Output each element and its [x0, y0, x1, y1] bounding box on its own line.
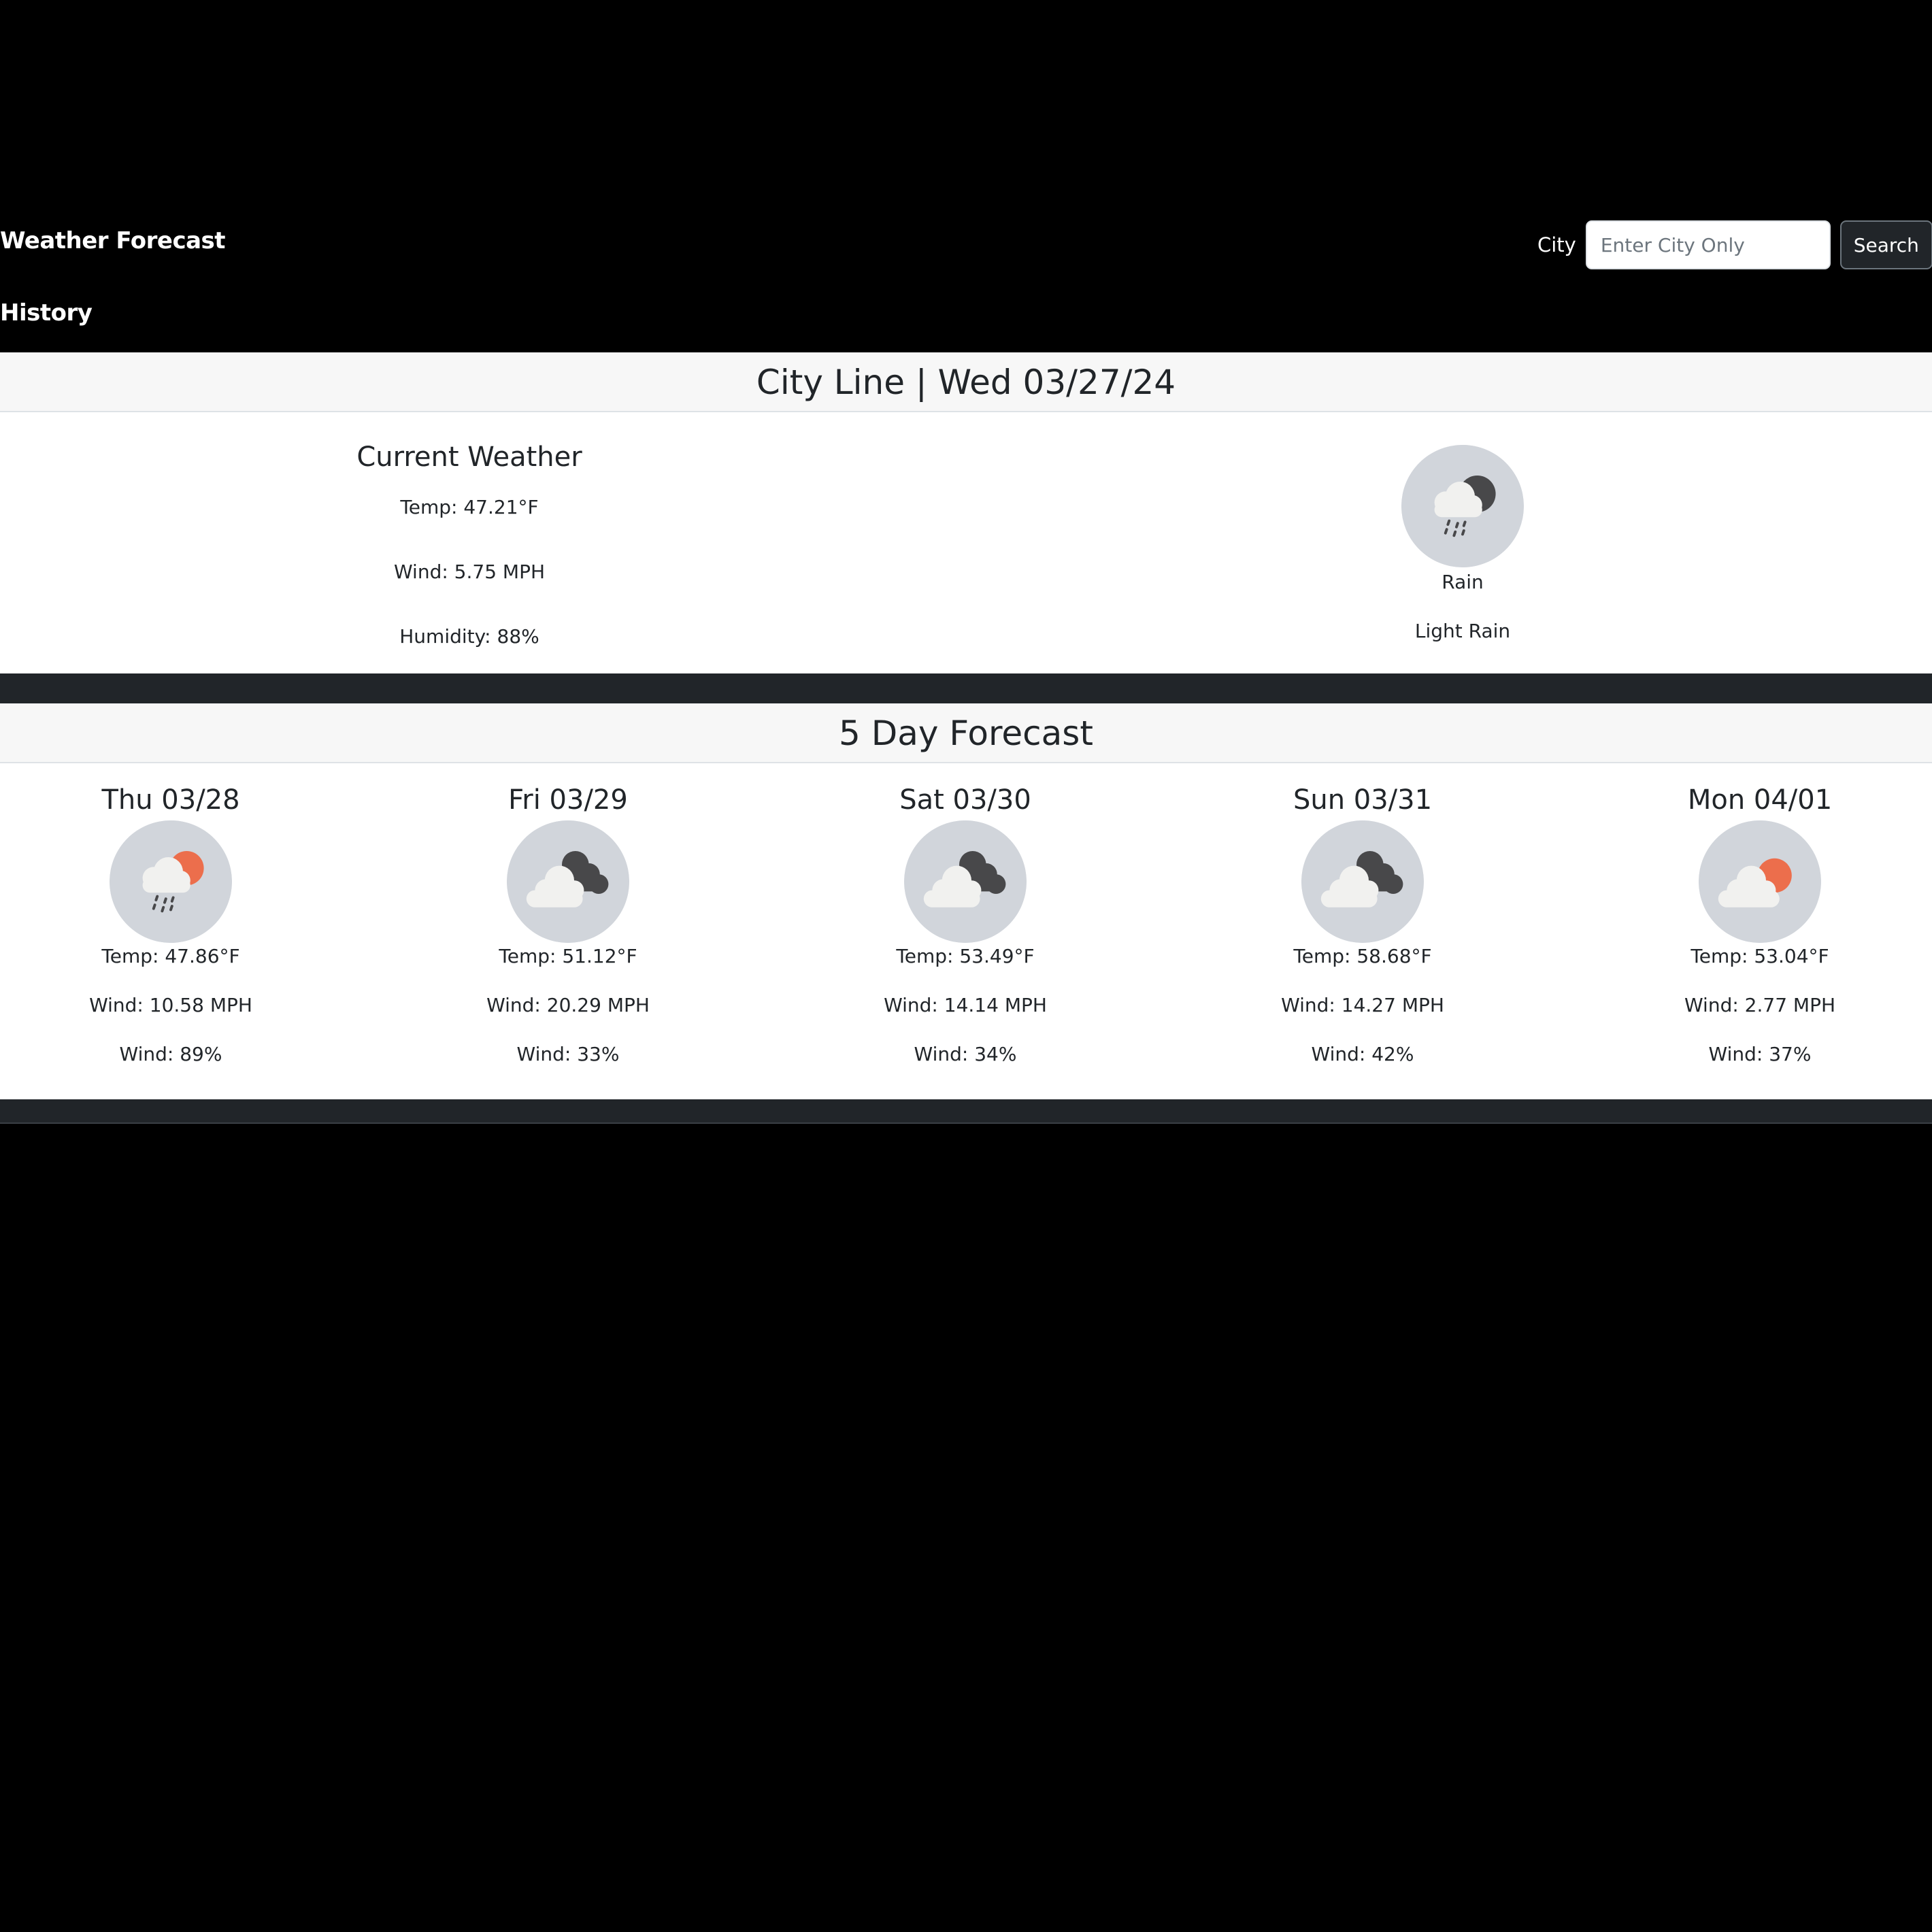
forecast-date: Thu 03/28: [101, 784, 240, 816]
footer-divider: [0, 1099, 1932, 1124]
weather-detail: Light Rain: [1414, 620, 1511, 642]
five-day-forecast-card: 5 Day Forecast Thu 03/28 Temp: 47.86°F W…: [0, 703, 1932, 1099]
forecast-humidity: Wind: 34%: [914, 1043, 1017, 1065]
forecast-date: Fri 03/29: [508, 784, 628, 816]
forecast-grid: Thu 03/28 Temp: 47.86°F Wind: 10.58 MPH …: [0, 763, 1932, 1099]
current-weather-card: City Line | Wed 03/27/24 Current Weather…: [0, 352, 1932, 673]
section-divider: [0, 673, 1932, 703]
forecast-temp: Temp: 53.04°F: [1690, 945, 1829, 967]
forecast-wind: Wind: 14.27 MPH: [1281, 994, 1444, 1016]
broken-clouds-icon: [904, 820, 1027, 943]
search-button[interactable]: Search: [1839, 220, 1932, 269]
forecast-temp: Temp: 53.49°F: [896, 945, 1035, 967]
weather-description: Rain: [1442, 571, 1484, 593]
forecast-date: Mon 04/01: [1687, 784, 1833, 816]
forecast-day: Sat 03/30 Temp: 53.49°F Wind: 14.14 MPH …: [829, 763, 1101, 1068]
forecast-date: Sun 03/31: [1293, 784, 1433, 816]
partly-cloudy-day-icon: [1699, 820, 1821, 943]
forecast-header: 5 Day Forecast: [0, 703, 1932, 763]
forecast-humidity: Wind: 42%: [1311, 1043, 1414, 1065]
rain-night-icon: [1401, 445, 1524, 567]
city-label: City: [1537, 233, 1576, 256]
forecast-wind: Wind: 14.14 MPH: [884, 994, 1047, 1016]
broken-clouds-icon: [507, 820, 629, 943]
forecast-day: Mon 04/01 Temp: 53.04°F Wind: 2.77 MPH W…: [1624, 763, 1896, 1068]
forecast-wind: Wind: 10.58 MPH: [89, 994, 252, 1016]
forecast-temp: Temp: 58.68°F: [1293, 945, 1432, 967]
broken-clouds-icon: [1301, 820, 1424, 943]
forecast-humidity: Wind: 89%: [119, 1043, 222, 1065]
forecast-day: Fri 03/29 Temp: 51.12°F Wind: 20.29 MPH …: [432, 763, 704, 1068]
history-heading: History: [0, 299, 93, 327]
current-wind: Wind: 5.75 MPH: [393, 561, 546, 583]
forecast-day: Sun 03/31 Temp: 58.68°F Wind: 14.27 MPH …: [1227, 763, 1499, 1068]
current-weather-stats: Current Weather Temp: 47.21°F Wind: 5.75…: [0, 412, 939, 650]
current-conditions: Rain Light Rain: [1279, 412, 1646, 645]
city-search-input[interactable]: [1585, 220, 1831, 269]
forecast-wind: Wind: 20.29 MPH: [486, 994, 650, 1016]
app-title: Weather Forecast: [0, 227, 226, 254]
forecast-day: Thu 03/28 Temp: 47.86°F Wind: 10.58 MPH …: [35, 763, 307, 1068]
page: Weather Forecast History City Search Cit…: [0, 0, 1932, 1932]
current-weather-heading: Current Weather: [356, 442, 582, 473]
forecast-wind: Wind: 2.77 MPH: [1684, 994, 1836, 1016]
forecast-humidity: Wind: 37%: [1708, 1043, 1812, 1065]
forecast-date: Sat 03/30: [899, 784, 1031, 816]
search-form: City Search: [1537, 220, 1932, 269]
city-date-header: City Line | Wed 03/27/24: [0, 352, 1932, 412]
current-humidity: Humidity: 88%: [399, 625, 539, 648]
forecast-humidity: Wind: 33%: [516, 1043, 620, 1065]
forecast-temp: Temp: 51.12°F: [499, 945, 637, 967]
forecast-temp: Temp: 47.86°F: [101, 945, 240, 967]
rain-day-icon: [110, 820, 232, 943]
current-temp: Temp: 47.21°F: [400, 496, 539, 518]
